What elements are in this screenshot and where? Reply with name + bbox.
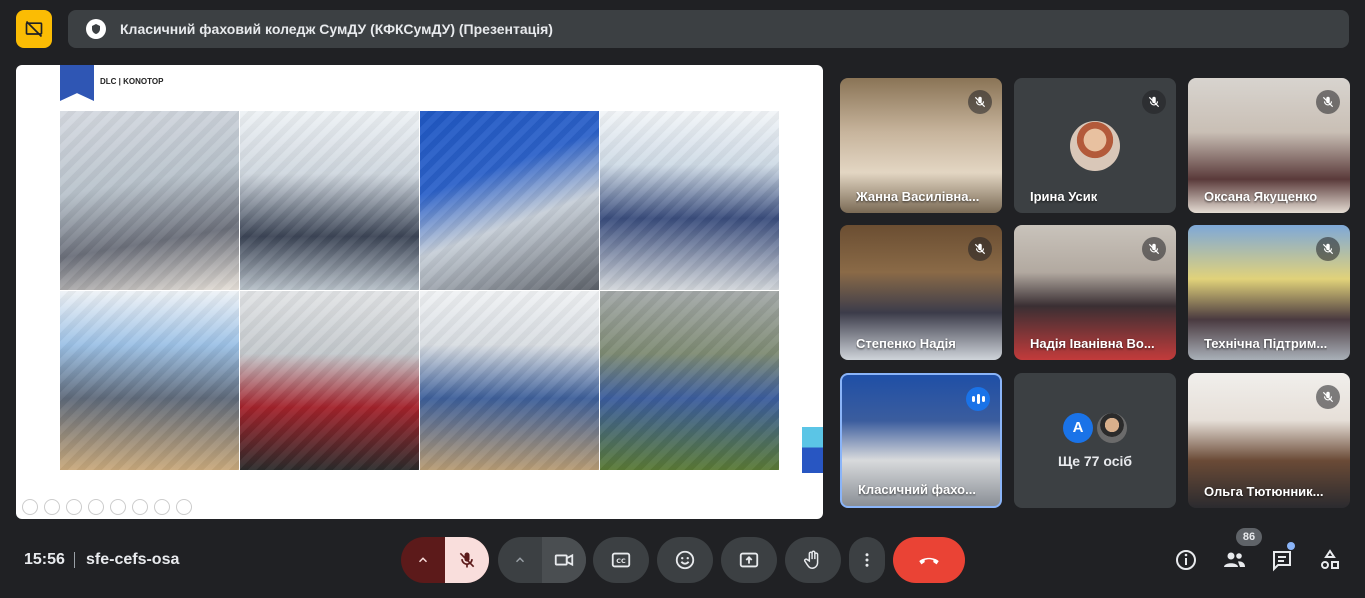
participant-tile[interactable]: Степенко Надія [840,225,1002,360]
camera-control [498,537,586,583]
avatar [1097,412,1127,443]
mic-off-icon [968,237,992,261]
participant-name: Класичний фахо... [858,482,976,497]
slide-corner-accent [802,427,823,473]
participant-tile[interactable]: Ольга Тютюнник... [1188,373,1350,508]
emoji-icon [675,550,695,570]
mic-off-icon [1316,237,1340,261]
presentation-slide[interactable]: DLC | KONOTOP [16,65,823,519]
reactions-button[interactable] [657,537,713,583]
participant-name: Ольга Тютюнник... [1204,484,1324,499]
leave-call-button[interactable] [893,537,965,583]
more-participants-label: Ще 77 осіб [1057,452,1133,469]
presentation-status-button[interactable] [16,10,52,48]
mic-off-icon [1142,237,1166,261]
activity-photo [240,291,419,470]
chat-icon [1273,551,1291,572]
chevron-up-icon [515,557,525,563]
participant-name: Технічна Підтрим... [1204,336,1328,351]
shield-icon [86,19,106,39]
more-vert-icon [865,553,869,567]
more-icon[interactable] [176,499,192,515]
people-icon [1224,552,1245,567]
participant-name: Надія Іванівна Во... [1030,336,1155,351]
classroom-photo [60,111,239,290]
classroom-photo [240,111,419,290]
activity-photo [60,291,239,470]
video-icon[interactable] [154,499,170,515]
presentation-title: Класичний фаховий коледж СумДУ (КФКСумДУ… [120,21,553,37]
present-off-icon [25,20,43,38]
chevron-up-icon [418,557,428,563]
raise-hand-button[interactable] [785,537,841,583]
speaking-indicator-icon [966,387,990,411]
captions-icon: CC [611,552,631,568]
slide-brand: DLC | KONOTOP [100,77,164,86]
mic-off-icon [1316,90,1340,114]
participant-name: Ірина Усик [1030,189,1098,204]
divider [74,552,75,568]
participant-tile[interactable]: Жанна Василівна... [840,78,1002,213]
pointer-icon[interactable] [44,499,60,515]
highlighter-icon[interactable] [88,499,104,515]
slide-toolbar [22,499,192,515]
meeting-details-button[interactable] [1171,545,1201,575]
hand-icon [804,550,819,569]
more-options-button[interactable] [849,537,885,583]
present-icon [739,552,759,568]
activities-button[interactable] [1315,545,1345,575]
activity-photo [420,291,599,470]
participant-name: Степенко Надія [856,336,956,351]
call-end-icon [919,557,939,565]
mic-off-icon [968,90,992,114]
participant-tile[interactable]: Технічна Підтрим... [1188,225,1350,360]
participant-tile[interactable]: Оксана Якущенко [1188,78,1350,213]
classroom-photo [420,111,599,290]
zoom-icon[interactable] [110,499,126,515]
camera-icon [554,553,574,567]
avatar [1070,121,1120,171]
meeting-title-bar: Класичний фаховий коледж СумДУ (КФКСумДУ… [68,10,1349,48]
captions-button[interactable]: CC [593,537,649,583]
mic-off-icon [459,552,475,568]
info-icon [1176,550,1196,570]
current-time: 15:56 [24,551,65,568]
svg-text:CC: CC [616,557,626,565]
back-icon[interactable] [22,499,38,515]
participant-tile[interactable]: Надія Іванівна Во... [1014,225,1176,360]
present-screen-button[interactable] [721,537,777,583]
meeting-code: sfe-cefs-osa [86,551,180,568]
more-participants-tile[interactable]: A Ще 77 осіб [1014,373,1176,508]
activities-icon [1321,549,1339,569]
video-options-button[interactable] [498,537,542,583]
outdoor-photo [600,291,779,470]
photo-collage [60,111,779,470]
participant-tile[interactable]: Ірина Усик [1014,78,1176,213]
subtitles-icon[interactable] [132,499,148,515]
pen-icon[interactable] [66,499,82,515]
people-button[interactable] [1219,545,1249,575]
more-avatars: A [1063,412,1127,443]
participant-name: Жанна Василівна... [856,189,980,204]
mic-off-icon [1316,385,1340,409]
mic-toggle-button[interactable] [445,537,489,583]
brand-ribbon [60,65,94,101]
avatar: A [1063,412,1093,443]
audio-options-button[interactable] [401,537,445,583]
people-count-badge: 86 [1236,528,1262,546]
microphone-control [401,537,489,583]
participant-tile-speaking[interactable]: Класичний фахо... [840,373,1002,508]
classroom-photo [600,111,779,290]
participant-name: Оксана Якущенко [1204,189,1318,204]
camera-toggle-button[interactable] [542,537,586,583]
mic-off-icon [1142,90,1166,114]
chat-unread-dot [1287,542,1295,550]
